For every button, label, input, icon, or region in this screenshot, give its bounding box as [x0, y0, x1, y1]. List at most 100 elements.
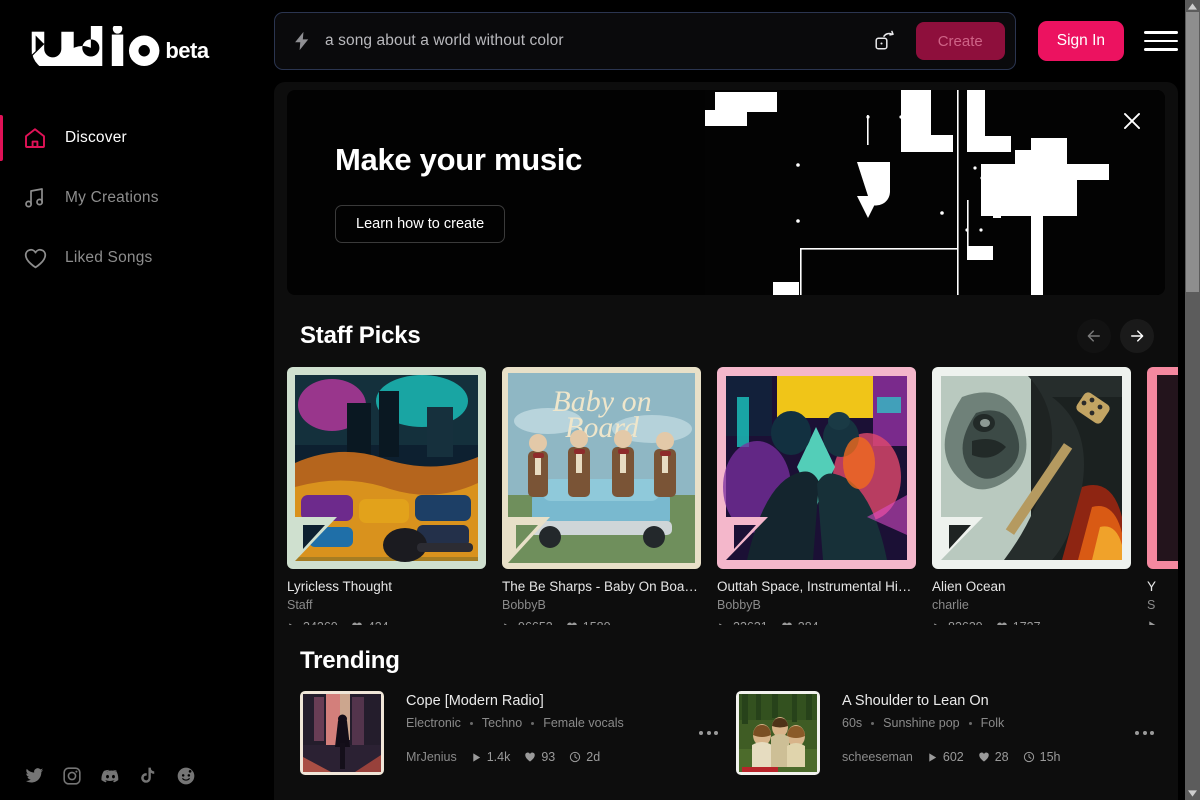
- tag-separator: [871, 722, 874, 725]
- carousel-next-button[interactable]: [1120, 319, 1154, 353]
- discord-icon[interactable]: [100, 766, 120, 786]
- card-title: Lyricless Thought: [287, 579, 486, 594]
- heart-icon: [566, 621, 578, 625]
- play-count: 96652: [502, 620, 553, 625]
- like-count-value: 28: [995, 750, 1009, 764]
- album-art-outtah-space: [717, 367, 916, 569]
- clock-icon: [569, 751, 581, 763]
- carousel-prev-button[interactable]: [1077, 319, 1111, 353]
- track-tags: 60s Sunshine pop Folk: [842, 716, 1158, 730]
- track-title: A Shoulder to Lean On: [842, 693, 1158, 709]
- album-cover[interactable]: [932, 367, 1131, 569]
- tag: Folk: [981, 716, 1005, 730]
- staff-pick-card[interactable]: Lyricless Thought Staff 34260 424: [287, 367, 486, 625]
- udio-wordmark-icon: [28, 26, 161, 66]
- like-count-value: 1580: [583, 620, 611, 625]
- play-icon: [287, 622, 298, 626]
- reddit-icon[interactable]: [176, 766, 196, 786]
- more-options-icon[interactable]: [1135, 731, 1154, 735]
- logo[interactable]: beta: [0, 0, 272, 66]
- staff-pick-card[interactable]: Outtah Space, Instrumental Hip ... Bobby…: [717, 367, 916, 625]
- card-stats: 96652 1580: [502, 620, 701, 625]
- lightning-bolt-icon: [291, 28, 313, 54]
- scroll-down-button[interactable]: [1185, 787, 1200, 800]
- banner-content: Make your music Learn how to create: [287, 142, 582, 243]
- banner-title: Make your music: [335, 142, 582, 178]
- sidebar-item-label: Liked Songs: [65, 249, 153, 267]
- album-cover[interactable]: [287, 367, 486, 569]
- like-count-value: 1737: [1013, 620, 1041, 625]
- track-thumbnail[interactable]: [300, 691, 384, 775]
- staff-pick-card[interactable]: Alien Ocean charlie 83639 1737: [932, 367, 1131, 625]
- dice-icon[interactable]: [870, 26, 900, 56]
- card-stats: 83639 1737: [932, 620, 1131, 625]
- album-art-cope: [300, 691, 384, 775]
- play-icon: [717, 622, 728, 626]
- track-thumbnail[interactable]: [736, 691, 820, 775]
- album-cover[interactable]: [1147, 367, 1178, 569]
- album-cover[interactable]: [717, 367, 916, 569]
- card-title: Y: [1147, 579, 1178, 594]
- play-icon: [932, 622, 943, 626]
- vertical-scrollbar[interactable]: [1185, 0, 1200, 800]
- like-count: 1737: [996, 620, 1041, 625]
- create-button[interactable]: Create: [916, 22, 1005, 60]
- album-cover[interactable]: Baby on Board: [502, 367, 701, 569]
- like-count-value: 424: [368, 620, 389, 625]
- play-icon: [1147, 620, 1158, 625]
- tiktok-icon[interactable]: [138, 766, 158, 786]
- card-title: Alien Ocean: [932, 579, 1131, 594]
- instagram-icon[interactable]: [62, 766, 82, 786]
- track-artist: MrJenius: [406, 750, 457, 764]
- age-value: 15h: [1040, 750, 1061, 764]
- signin-button[interactable]: Sign In: [1038, 21, 1124, 61]
- top-header: Create Sign In: [272, 0, 1200, 82]
- staff-pick-card[interactable]: Y S: [1147, 367, 1178, 625]
- album-art-baby-on-board: Baby on Board: [502, 367, 701, 569]
- section-title: Trending: [300, 647, 1178, 675]
- play-count-value: 83639: [948, 620, 983, 625]
- sidebar-item-label: My Creations: [65, 189, 159, 207]
- twitter-icon[interactable]: [24, 766, 44, 786]
- tag-separator: [470, 722, 473, 725]
- play-count: 23631: [717, 620, 768, 625]
- trending-item[interactable]: A Shoulder to Lean On 60s Sunshine pop F…: [736, 691, 1158, 775]
- staff-picks-header: Staff Picks: [286, 295, 1178, 353]
- staff-pick-card[interactable]: Baby on Board: [502, 367, 701, 625]
- close-icon[interactable]: [1119, 108, 1145, 134]
- tag: Sunshine pop: [883, 716, 959, 730]
- track-artist: scheeseman: [842, 750, 913, 764]
- sidebar-item-liked-songs[interactable]: Liked Songs: [0, 236, 272, 280]
- heart-icon: [996, 621, 1008, 625]
- sidebar-item-my-creations[interactable]: My Creations: [0, 176, 272, 220]
- more-options-icon[interactable]: [699, 731, 718, 735]
- tag: Female vocals: [543, 716, 624, 730]
- scrollbar-thumb[interactable]: [1186, 12, 1199, 292]
- play-icon: [927, 752, 938, 763]
- play-count: 602: [927, 750, 964, 764]
- learn-how-to-create-button[interactable]: Learn how to create: [335, 205, 505, 243]
- track-info: Cope [Modern Radio] Electronic Techno Fe…: [406, 691, 722, 764]
- card-stats: [1147, 620, 1178, 625]
- search-input[interactable]: [325, 32, 858, 50]
- prompt-bar[interactable]: Create: [274, 12, 1016, 70]
- heart-icon: [978, 751, 990, 763]
- sidebar-item-discover[interactable]: Discover: [0, 116, 272, 160]
- like-count: 28: [978, 750, 1009, 764]
- play-count-value: 96652: [518, 620, 553, 625]
- trending-item[interactable]: Cope [Modern Radio] Electronic Techno Fe…: [300, 691, 722, 775]
- like-count-value: 93: [541, 750, 555, 764]
- banner-geometric-art: [705, 90, 1165, 295]
- trending-header: Trending: [274, 625, 1178, 675]
- tag-separator: [969, 722, 972, 725]
- play-count: [1147, 620, 1163, 625]
- udio-app: beta Discover: [0, 0, 1200, 800]
- card-artist: Staff: [287, 598, 486, 612]
- sidebar-item-label: Discover: [65, 129, 127, 147]
- play-icon: [471, 752, 482, 763]
- staff-picks-carousel[interactable]: Lyricless Thought Staff 34260 424: [274, 353, 1178, 625]
- section-title: Staff Picks: [300, 322, 421, 350]
- sidebar-nav: Discover My Creations: [0, 116, 272, 280]
- tag: Techno: [482, 716, 522, 730]
- hamburger-icon[interactable]: [1144, 24, 1178, 58]
